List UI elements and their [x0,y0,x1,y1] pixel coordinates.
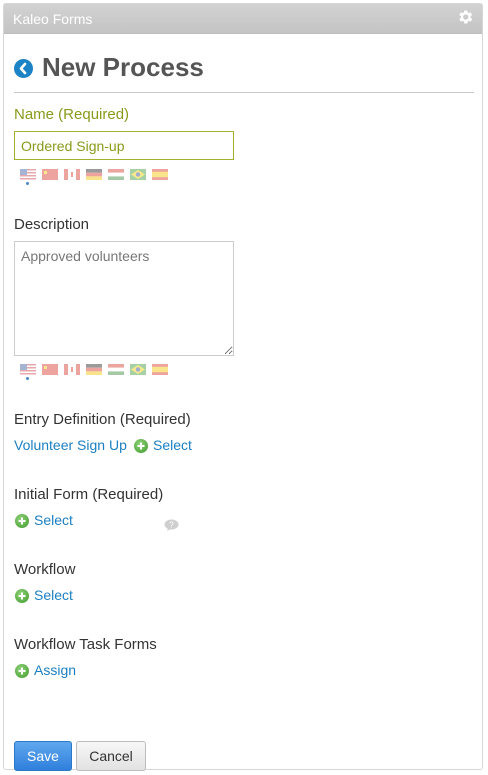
brazil-flag-icon[interactable] [130,169,146,180]
entry-definition-label: Entry Definition (Required) [14,411,191,428]
china-flag-icon[interactable] [42,169,58,180]
active-language-dot [26,182,29,185]
portlet-title: Kaleo Forms [13,11,93,27]
description-label: Description [14,216,90,233]
us-flag-icon[interactable] [20,169,36,180]
catalan-flag-icon[interactable] [64,169,80,180]
name-language-flags [20,169,190,187]
add-icon[interactable] [15,589,29,603]
workflow-label: Workflow [14,561,76,578]
chevron-left-icon[interactable] [14,59,33,78]
spain-flag-icon[interactable] [152,364,168,375]
gear-icon[interactable] [456,8,474,26]
initial-form-select-link[interactable]: Select [34,512,73,528]
cancel-button[interactable]: Cancel [76,741,146,771]
entry-definition-link[interactable]: Volunteer Sign Up [14,437,127,453]
brazil-flag-icon[interactable] [130,364,146,375]
workflow-task-forms-label: Workflow Task Forms [14,636,157,653]
add-icon[interactable] [15,514,29,528]
entry-definition-select-link[interactable]: Select [153,437,192,453]
page-header: New Process [14,52,474,93]
active-language-dot [26,377,29,380]
catalan-flag-icon[interactable] [64,364,80,375]
add-icon[interactable] [15,664,29,678]
description-textarea[interactable]: Approved volunteers [14,241,234,356]
workflow-task-forms-assign-link[interactable]: Assign [34,662,76,678]
add-icon[interactable] [134,439,148,453]
page-title: New Process [42,52,204,82]
initial-form-label: Initial Form (Required) [14,486,164,503]
portlet-titlebar: Kaleo Forms [4,4,482,34]
save-button[interactable]: Save [14,741,72,771]
hungary-flag-icon[interactable] [108,169,124,180]
name-label: Name (Required) [14,106,130,123]
germany-flag-icon[interactable] [86,364,102,375]
germany-flag-icon[interactable] [86,169,102,180]
hungary-flag-icon[interactable] [108,364,124,375]
svg-text:?: ? [169,521,174,530]
name-input[interactable] [14,131,234,160]
help-icon[interactable]: ? [164,519,179,531]
china-flag-icon[interactable] [42,364,58,375]
description-language-flags [20,364,190,382]
us-flag-icon[interactable] [20,364,36,375]
spain-flag-icon[interactable] [152,169,168,180]
kaleo-forms-portlet: Kaleo Forms New Process Name (Required) [3,3,483,771]
workflow-select-link[interactable]: Select [34,587,73,603]
